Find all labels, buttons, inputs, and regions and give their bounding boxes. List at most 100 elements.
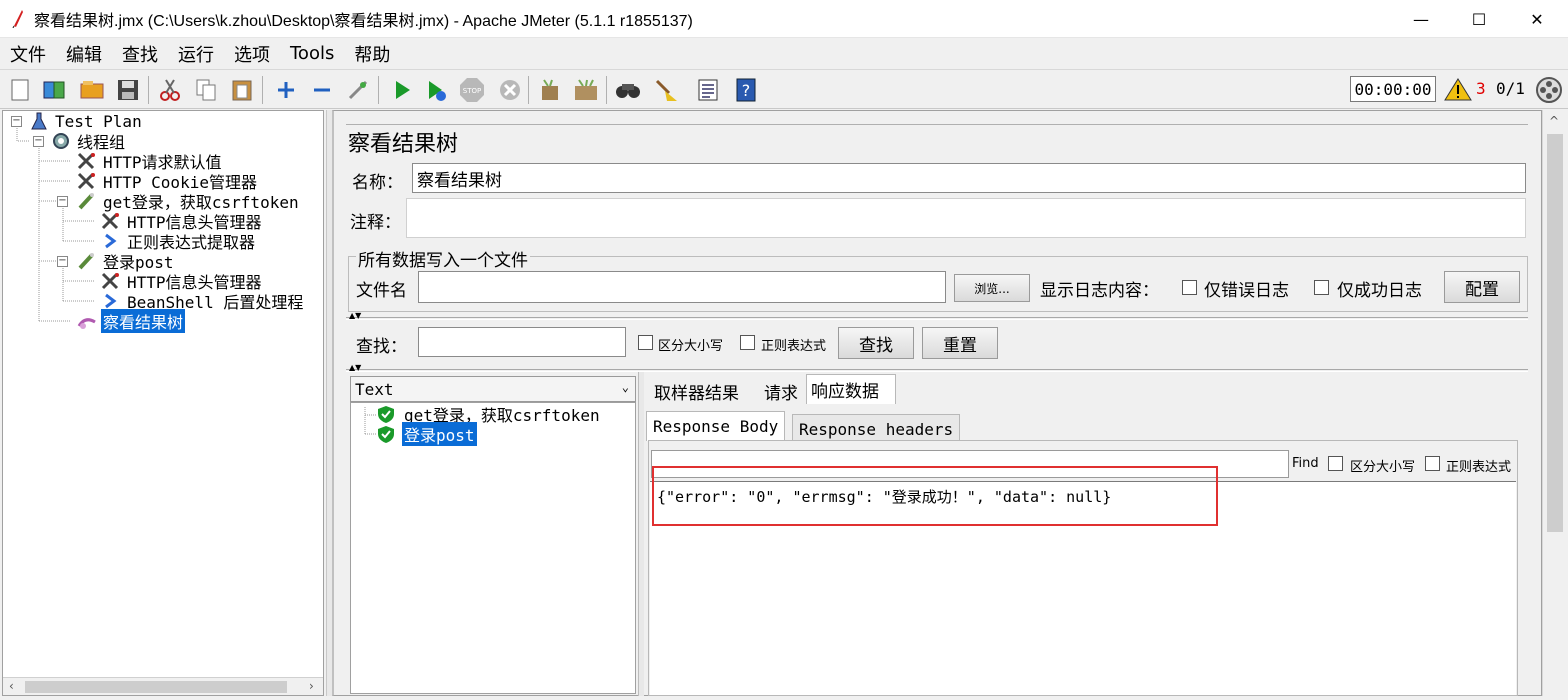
search-case-checkbox[interactable] bbox=[638, 335, 653, 350]
browse-button[interactable]: 浏览... bbox=[954, 274, 1030, 302]
divider-arrows-icon[interactable]: ▲▼ bbox=[349, 311, 361, 320]
tab-sampler-result[interactable]: 取样器结果 bbox=[650, 376, 743, 406]
success-shield-icon bbox=[378, 426, 394, 443]
new-icon[interactable] bbox=[6, 76, 34, 104]
scroll-left-icon[interactable]: ‹ bbox=[9, 679, 14, 693]
right-vertical-scrollbar[interactable]: ^ bbox=[1542, 110, 1566, 696]
expander-thread-group[interactable]: − bbox=[33, 136, 44, 147]
maximize-button[interactable]: ☐ bbox=[1450, 0, 1508, 38]
menu-help[interactable]: 帮助 bbox=[352, 41, 392, 67]
tree-node-beanshell-postprocessor[interactable]: BeanShell 后置处理程 bbox=[101, 291, 305, 312]
menu-tools[interactable]: Tools bbox=[288, 43, 336, 64]
search-icon[interactable] bbox=[614, 76, 642, 104]
tree-node-regex-extractor[interactable]: 正则表达式提取器 bbox=[101, 231, 257, 252]
menu-bar: 文件 编辑 查找 运行 选项 Tools 帮助 bbox=[0, 38, 1568, 69]
tree-node-http-defaults[interactable]: HTTP请求默认值 bbox=[77, 151, 224, 172]
menu-edit[interactable]: 编辑 bbox=[64, 41, 104, 67]
tree-node-view-results-tree[interactable]: 察看结果树 bbox=[77, 309, 186, 333]
search-regex-checkbox[interactable] bbox=[740, 335, 755, 350]
result-item-get-login[interactable]: get登录，获取csrftoken bbox=[376, 404, 602, 425]
tree-node-get-login[interactable]: get登录，获取csrftoken bbox=[77, 191, 301, 212]
filename-input[interactable] bbox=[418, 271, 946, 303]
clear-all-icon[interactable] bbox=[572, 76, 600, 104]
expander-get-login[interactable]: − bbox=[57, 196, 68, 207]
start-icon[interactable] bbox=[388, 76, 416, 104]
find-regex-checkbox[interactable] bbox=[1425, 456, 1440, 471]
shutdown-icon[interactable] bbox=[496, 76, 524, 104]
success-only-checkbox[interactable] bbox=[1314, 280, 1329, 295]
comment-field[interactable] bbox=[406, 198, 1526, 238]
clear-icon[interactable] bbox=[536, 76, 564, 104]
search-button[interactable]: 查找 bbox=[838, 327, 914, 359]
title-bar: 察看结果树.jmx (C:\Users\k.zhou\Desktop\察看结果树… bbox=[0, 0, 1568, 38]
results-splitter[interactable] bbox=[638, 372, 644, 696]
menu-options[interactable]: 选项 bbox=[232, 41, 272, 67]
collapse-icon[interactable] bbox=[308, 76, 336, 104]
errors-only-checkbox[interactable] bbox=[1182, 280, 1197, 295]
file-group-legend: 所有数据写入一个文件 bbox=[356, 246, 530, 271]
renderer-dropdown[interactable]: Text ⌄ bbox=[350, 376, 636, 402]
name-field[interactable]: 察看结果树 bbox=[412, 163, 1526, 193]
subtab-response-body[interactable]: Response Body bbox=[646, 411, 786, 441]
success-shield-icon bbox=[378, 406, 394, 423]
expand-icon[interactable] bbox=[272, 76, 300, 104]
menu-run[interactable]: 运行 bbox=[176, 41, 216, 67]
scrollbar-thumb[interactable] bbox=[25, 681, 287, 693]
config-element-icon bbox=[101, 272, 121, 290]
tree-horizontal-scrollbar[interactable]: ‹ › bbox=[3, 677, 323, 695]
cut-icon[interactable] bbox=[156, 76, 184, 104]
tab-response-data[interactable]: 响应数据 bbox=[806, 374, 896, 404]
sampler-icon bbox=[77, 252, 97, 270]
result-item-login-post[interactable]: 登录post bbox=[376, 422, 477, 446]
expander-login-post[interactable]: − bbox=[57, 256, 68, 267]
close-button[interactable]: ✕ bbox=[1508, 0, 1566, 38]
find-case-checkbox[interactable] bbox=[1328, 456, 1343, 471]
tab-request[interactable]: 请求 bbox=[760, 376, 802, 406]
sample-result-list bbox=[350, 402, 636, 694]
toggle-icon[interactable] bbox=[344, 76, 372, 104]
toolbar: STOP ? 00:00:00 3 0/1 bbox=[0, 69, 1568, 109]
warning-icon[interactable] bbox=[1444, 77, 1472, 101]
menu-search[interactable]: 查找 bbox=[120, 41, 160, 67]
tree-node-label: 察看结果树 bbox=[101, 309, 186, 333]
search-regex-label: 正则表达式 bbox=[761, 339, 827, 354]
tree-node-cookie-manager[interactable]: HTTP Cookie管理器 bbox=[77, 171, 259, 192]
search-input[interactable] bbox=[418, 327, 626, 357]
copy-icon[interactable] bbox=[192, 76, 220, 104]
configure-button[interactable]: 配置 bbox=[1444, 271, 1520, 303]
reset-button[interactable]: 重置 bbox=[922, 327, 998, 359]
search-divider[interactable] bbox=[346, 317, 1528, 320]
thread-group-icon bbox=[51, 132, 71, 150]
scrollbar-thumb[interactable] bbox=[1547, 134, 1563, 532]
scroll-up-icon[interactable]: ^ bbox=[1549, 114, 1559, 128]
thread-count: 0/1 bbox=[1496, 79, 1525, 98]
search-case-label: 区分大小写 bbox=[658, 339, 724, 354]
tree-node-header-manager-2[interactable]: HTTP信息头管理器 bbox=[101, 271, 264, 292]
test-plan-icon bbox=[29, 112, 49, 130]
divider-arrows-icon[interactable]: ▲▼ bbox=[349, 363, 361, 372]
window-title: 察看结果树.jmx (C:\Users\k.zhou\Desktop\察看结果树… bbox=[34, 12, 693, 30]
name-label: 名称： bbox=[352, 173, 403, 193]
result-item-label: 登录post bbox=[402, 422, 477, 446]
tree-node-login-post[interactable]: 登录post bbox=[77, 251, 176, 272]
tree-node-header-manager-1[interactable]: HTTP信息头管理器 bbox=[101, 211, 264, 232]
templates-icon[interactable] bbox=[40, 76, 68, 104]
paste-icon[interactable] bbox=[228, 76, 256, 104]
open-icon[interactable] bbox=[78, 76, 106, 104]
tree-node-test-plan[interactable]: Test Plan bbox=[29, 111, 144, 131]
menu-file[interactable]: 文件 bbox=[8, 41, 48, 67]
minimize-button[interactable]: — bbox=[1392, 0, 1450, 38]
start-no-pause-icon[interactable] bbox=[422, 76, 450, 104]
expander-test-plan[interactable]: − bbox=[11, 116, 22, 127]
function-helper-icon[interactable] bbox=[694, 76, 722, 104]
success-only-label: 仅成功日志 bbox=[1337, 281, 1422, 301]
scroll-right-icon[interactable]: › bbox=[309, 679, 314, 693]
stop-icon[interactable]: STOP bbox=[458, 76, 486, 104]
help-icon[interactable]: ? bbox=[732, 76, 760, 104]
title-separator bbox=[346, 124, 1528, 125]
tree-node-thread-group[interactable]: 线程组 bbox=[51, 131, 127, 152]
results-divider[interactable] bbox=[346, 369, 1528, 372]
test-plan-tree: − − − − Test Plan 线程组 HTTP请求默认值 HTTP Coo… bbox=[2, 110, 324, 696]
reset-search-icon[interactable] bbox=[652, 76, 680, 104]
save-icon[interactable] bbox=[114, 76, 142, 104]
